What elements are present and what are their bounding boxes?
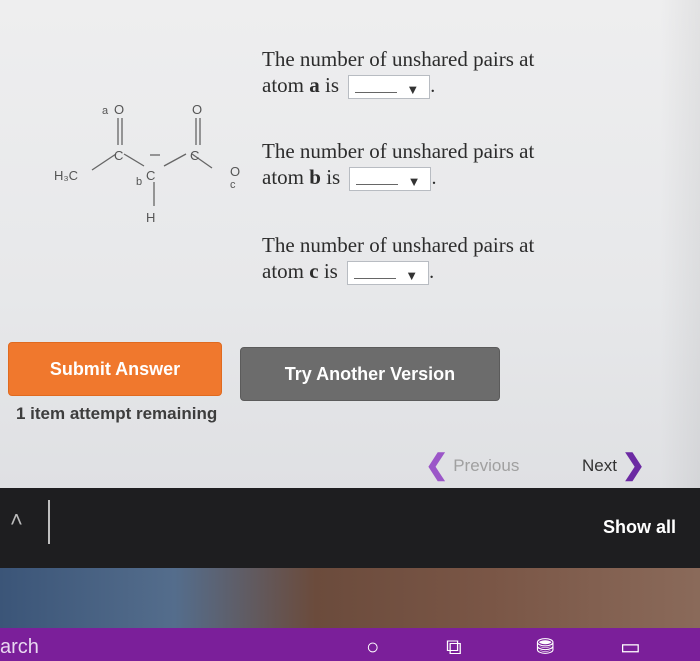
- oxygen-3-label: O: [230, 164, 240, 179]
- atom-b-letter: b: [309, 165, 321, 189]
- question-b-line1: The number of unshared pairs at: [262, 139, 535, 163]
- molecule-structure: H₃C C C C O O H O a b c: [40, 88, 270, 238]
- chevron-up-icon[interactable]: ˄: [10, 507, 23, 533]
- previous-link[interactable]: ❮ Previous: [425, 448, 519, 481]
- carbon-2-label: C: [146, 168, 155, 183]
- question-atom-c: The number of unshared pairs at atom c i…: [262, 232, 642, 286]
- chevron-left-icon: ❮: [425, 449, 449, 480]
- question-atom-b: The number of unshared pairs at atom b i…: [262, 138, 642, 192]
- atom-a-select[interactable]: ▼: [348, 75, 431, 100]
- dropdown-arrow-icon: ▼: [406, 82, 420, 98]
- atom-b-marker: b: [136, 176, 142, 188]
- submit-answer-button[interactable]: Submit Answer: [8, 342, 222, 396]
- store-icon[interactable]: ⛃: [536, 634, 554, 660]
- hydrogen-label: H: [146, 210, 155, 225]
- previous-label: Previous: [453, 456, 520, 475]
- atom-a-marker: a: [102, 105, 109, 117]
- carbon-3-label: C: [190, 148, 199, 163]
- atom-c-letter: c: [309, 259, 319, 283]
- question-panel: H₃C C C C O O H O a b c The number of un…: [0, 0, 700, 488]
- oxygen-1-label: O: [114, 102, 124, 117]
- methyl-group-label: H₃C: [54, 168, 78, 183]
- carbon-1-label: C: [114, 148, 123, 163]
- desk-background: [0, 568, 700, 628]
- show-all-button[interactable]: Show all: [603, 517, 676, 538]
- taskbar: [0, 628, 700, 661]
- try-another-version-button[interactable]: Try Another Version: [240, 347, 500, 401]
- screen-shadow: [660, 0, 700, 488]
- chevron-right-icon: ❯: [621, 449, 646, 480]
- oxygen-2-label: O: [192, 102, 202, 117]
- atom-b-select[interactable]: ▼: [349, 167, 432, 192]
- taskbar-search[interactable]: arch: [0, 636, 39, 659]
- atom-c-marker: c: [230, 179, 236, 191]
- question-c-line2: atom c is ▼ .: [262, 258, 642, 286]
- download-bar-divider: [48, 500, 50, 544]
- task-view-icon[interactable]: ⧉: [446, 634, 462, 660]
- cortana-icon[interactable]: ○: [366, 634, 379, 660]
- next-label: Next: [582, 456, 617, 475]
- dropdown-arrow-icon: ▼: [407, 174, 421, 190]
- question-a-line2: atom a is ▼ .: [262, 72, 642, 100]
- question-c-line1: The number of unshared pairs at: [262, 233, 535, 257]
- question-b-line2: atom b is ▼ .: [262, 164, 642, 192]
- next-link[interactable]: Next ❯: [582, 448, 645, 481]
- attempts-remaining: 1 item attempt remaining: [16, 404, 218, 423]
- question-a-line1: The number of unshared pairs at: [262, 47, 535, 71]
- dropdown-arrow-icon: ▼: [405, 268, 419, 284]
- download-bar: [0, 488, 700, 568]
- file-explorer-icon[interactable]: ▭: [620, 634, 641, 660]
- question-atom-a: The number of unshared pairs at atom a i…: [262, 46, 642, 100]
- atom-c-select[interactable]: ▼: [347, 261, 430, 286]
- molecule-diagram: H₃C C C C O O H O a b c: [54, 102, 240, 225]
- atom-a-letter: a: [309, 73, 320, 97]
